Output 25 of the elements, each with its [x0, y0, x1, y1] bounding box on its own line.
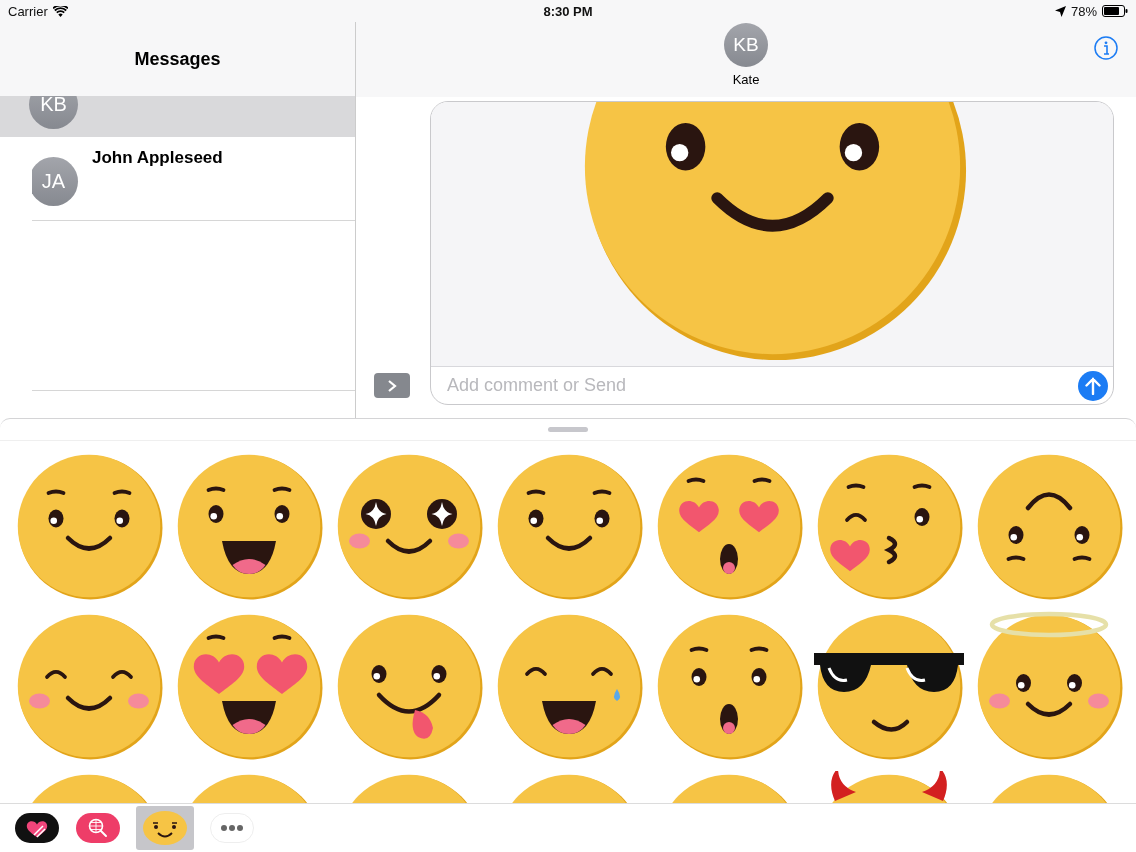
chevron-right-icon: [387, 379, 397, 392]
avatar-initials: KB: [29, 96, 78, 129]
comment-input-field[interactable]: Add comment or Send: [445, 374, 1078, 397]
info-icon[interactable]: [1094, 36, 1118, 60]
expand-button[interactable]: [374, 373, 410, 398]
magnifier-icon: [76, 813, 120, 843]
contact-name: Kate: [732, 72, 760, 87]
sidebar-title: Messages: [134, 48, 221, 70]
contact-name: John Appleseed: [92, 148, 223, 169]
battery-percent: 78%: [1071, 3, 1097, 19]
avatar-initials: JA: [32, 157, 78, 206]
conversation-row[interactable]: JA John Appleseed: [32, 137, 355, 221]
conversation-row[interactable]: KB: [0, 96, 355, 137]
drag-handle[interactable]: [548, 427, 588, 432]
app-button[interactable]: [136, 806, 194, 850]
wifi-icon: [52, 5, 68, 17]
arrow-up-icon: [1085, 376, 1101, 395]
smiley-icon: [143, 810, 187, 846]
more-icon: [210, 813, 254, 843]
battery-icon: [1102, 5, 1128, 17]
location-arrow-icon: [1055, 5, 1066, 17]
clock-time: 8:30 PM: [543, 3, 593, 19]
send-button[interactable]: [1078, 370, 1108, 401]
carrier-label: Carrier: [8, 3, 48, 19]
avatar-initials[interactable]: KB: [724, 23, 768, 67]
